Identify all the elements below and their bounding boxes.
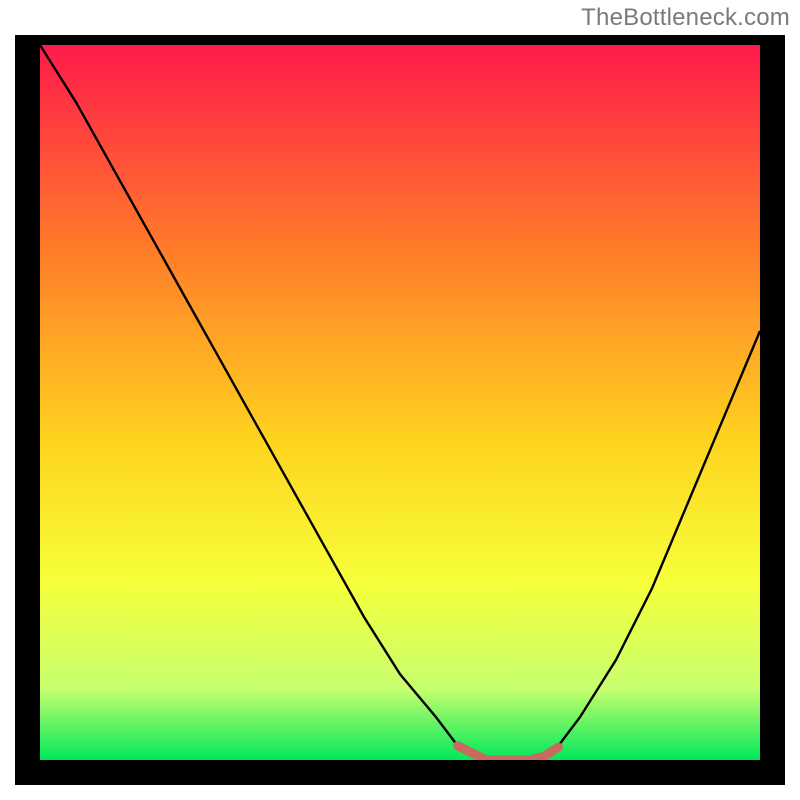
chart-svg (40, 45, 760, 760)
gradient-background (40, 45, 760, 760)
chart-frame: TheBottleneck.com (0, 0, 800, 800)
plot-area (40, 45, 760, 760)
plot-border (15, 35, 785, 785)
watermark-text: TheBottleneck.com (581, 4, 790, 32)
